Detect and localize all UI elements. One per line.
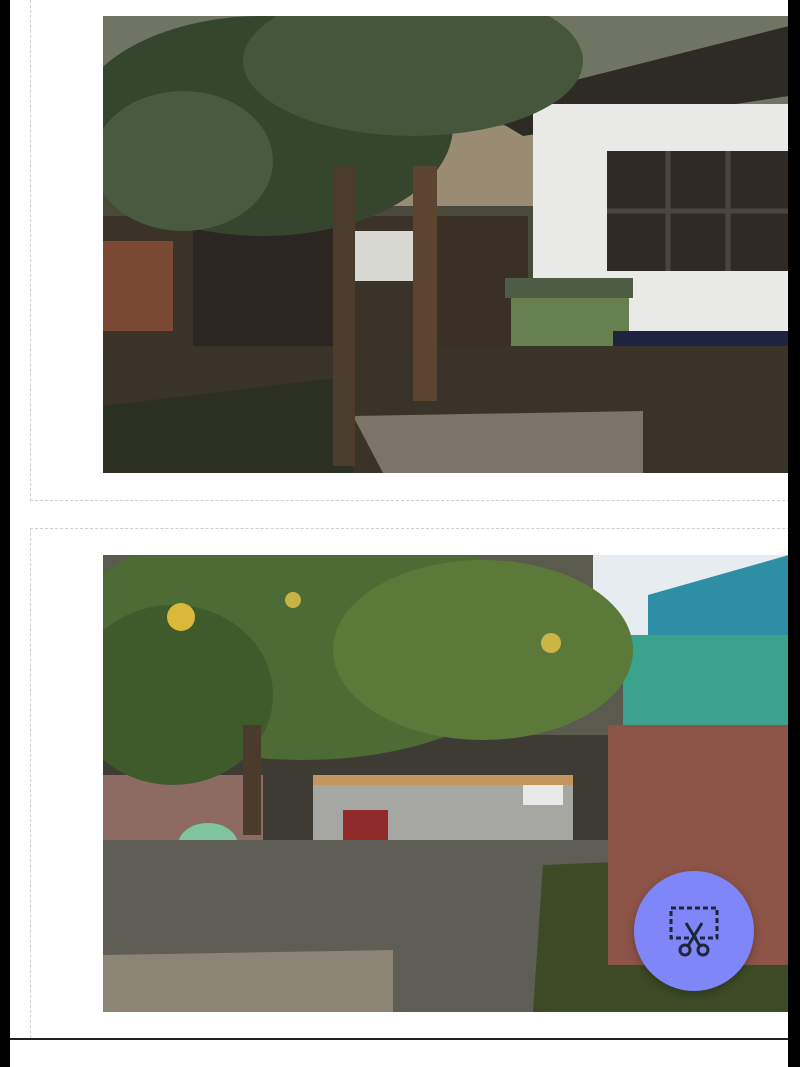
crop-cut-button[interactable] — [634, 871, 754, 991]
bottom-bar — [10, 1038, 788, 1067]
screen — [10, 0, 788, 1067]
backyard-house-photo[interactable] — [103, 16, 788, 473]
photo-card — [30, 0, 788, 501]
crop-cut-icon — [666, 903, 722, 959]
